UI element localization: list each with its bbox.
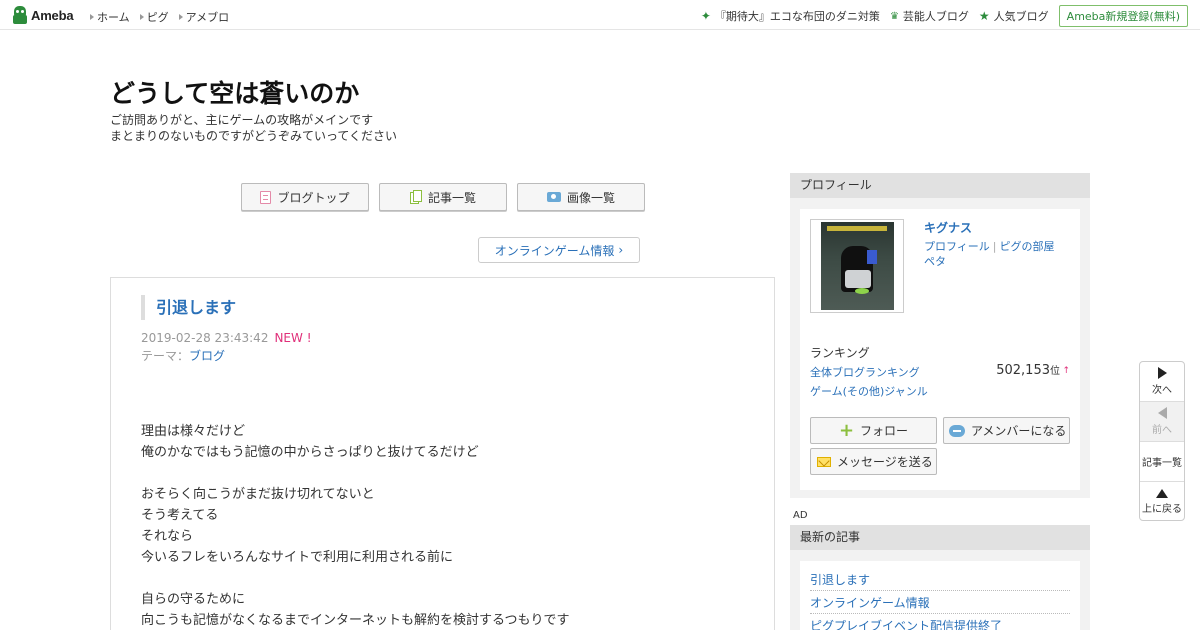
global-header: Ameba ホーム ピグ アメブロ ✦ 『期待大』エコな布団のダニ対策 ♛ 芸能人ブ…	[0, 0, 1200, 30]
triangle-right-icon	[178, 14, 183, 20]
play-left-icon	[1157, 407, 1167, 419]
overall-ranking-link[interactable]: 全体ブログランキング	[810, 364, 920, 380]
send-message-button[interactable]: メッセージを送る	[810, 448, 937, 475]
nav-ameblo[interactable]: アメブロ	[178, 9, 229, 25]
latest-heading: 最新の記事	[790, 525, 1090, 550]
genre-ranking-link[interactable]: ゲーム(その他)ジャンル	[810, 383, 928, 399]
camera-icon	[546, 192, 561, 202]
latest-item[interactable]: オンラインゲーム情報	[810, 594, 1070, 614]
entry-title[interactable]: 引退します	[141, 295, 236, 320]
ameba-logo[interactable]: Ameba	[12, 6, 74, 24]
prev-entry-button[interactable]: 前へ	[1140, 402, 1184, 442]
back-to-top-button[interactable]: 上に戻る	[1140, 482, 1184, 522]
theme-link-button[interactable]: オンラインゲーム情報 ›	[478, 237, 640, 263]
next-entry-button[interactable]: 次へ	[1140, 362, 1184, 402]
signup-button[interactable]: Ameba新規登録(無料)	[1058, 5, 1188, 27]
peta-link[interactable]: ペタ	[924, 255, 946, 268]
follow-button[interactable]: + フォロー	[810, 417, 937, 444]
entry-theme-link[interactable]: ブログ	[189, 349, 225, 363]
entry-paragraph: 理由は様々だけど 俺のかなではもう記憶の中からさっぱりと抜けてるだけど	[141, 424, 479, 460]
global-nav: ホーム ピグ アメブロ	[90, 9, 229, 25]
pig-room-link[interactable]: ピグの部屋	[1000, 240, 1055, 253]
blog-description: ご訪問ありがと、主にゲームの攻略がメインです まとまりのないものですがどうぞみて…	[110, 113, 398, 143]
latest-entries-widget: 最新の記事 引退します オンラインゲーム情報 ピグプレイブイベント配信提供終了	[790, 525, 1090, 630]
nav-home[interactable]: ホーム	[90, 9, 130, 25]
entry-paragraph: おそらく向こうがまだ抜け切れてないと そう考えてる それなら 今いるフレをいろん…	[141, 487, 454, 565]
ranking-label: ランキング	[810, 346, 870, 360]
avatar[interactable]	[810, 219, 904, 313]
promo-link[interactable]: ✦ 『期待大』エコな布団のダニ対策	[701, 8, 880, 24]
entry-paragraph: 自らの守るために 向こうも記憶がなくなるまでインターネットも解約を検討するつもり…	[141, 592, 570, 628]
ameba-logo-icon	[12, 6, 28, 24]
celebrity-blog-link[interactable]: ♛ 芸能人ブログ	[890, 8, 969, 24]
arrow-up-icon	[1156, 489, 1168, 498]
entry-theme: テーマ：ブログ	[141, 349, 226, 363]
nav-pig[interactable]: ピグ	[139, 9, 169, 25]
entry-list-pager-button[interactable]: 記事一覧	[1140, 442, 1184, 482]
star-icon: ★	[978, 9, 990, 23]
chevron-right-icon: ›	[618, 243, 624, 257]
latest-item[interactable]: 引退します	[810, 571, 1070, 591]
profile-heading: プロフィール	[790, 173, 1090, 198]
entry-article: 引退します 2019-02-28 23:43:42 NEW ! テーマ：ブログ 理…	[110, 277, 775, 630]
envelope-icon	[817, 456, 831, 467]
triangle-right-icon	[90, 14, 94, 20]
rank-up-arrow-icon: ↑	[1062, 366, 1070, 376]
ad-label: AD	[793, 510, 808, 521]
avatar-image	[821, 222, 894, 310]
entry-list-button[interactable]: 記事一覧	[379, 183, 507, 211]
blog-nav-buttons: ブログトップ 記事一覧 画像一覧	[241, 183, 645, 211]
chat-bubble-icon	[949, 424, 965, 437]
blog-title[interactable]: どうして空は蒼いのか	[110, 74, 359, 110]
latest-item[interactable]: ピグプレイブイベント配信提供終了	[810, 617, 1070, 630]
plus-icon: +	[838, 419, 855, 441]
latest-list: 引退します オンラインゲーム情報 ピグプレイブイベント配信提供終了	[800, 561, 1080, 630]
profile-widget: プロフィール キグナス プロフィール | ピグの部屋 ペタ ランキング 全体ブログラ…	[790, 173, 1090, 498]
popular-blog-link[interactable]: ★ 人気ブログ	[979, 8, 1049, 24]
profile-name[interactable]: キグナス	[924, 219, 972, 236]
profile-content: キグナス プロフィール | ピグの部屋 ペタ ランキング 全体ブログランキング ゲー…	[800, 209, 1080, 490]
rank-value: 502,153位	[996, 363, 1060, 378]
entry-date: 2019-02-28 23:43:42 NEW !	[141, 331, 312, 345]
header-right-links: ✦ 『期待大』エコな布団のダニ対策 ♛ 芸能人ブログ ★ 人気ブログ Ameba新規登…	[701, 5, 1188, 27]
crown-icon: ♛	[889, 10, 899, 22]
entry-body: 理由は様々だけど 俺のかなではもう記憶の中からさっぱりと抜けてるだけど おそらく…	[141, 421, 569, 630]
logo-text: Ameba	[31, 7, 74, 23]
profile-link[interactable]: プロフィール	[924, 240, 990, 253]
play-right-icon	[1157, 367, 1167, 379]
amember-button[interactable]: アメンバーになる	[943, 417, 1070, 444]
triangle-right-icon	[139, 14, 144, 20]
blog-top-button[interactable]: ブログトップ	[241, 183, 369, 211]
image-list-button[interactable]: 画像一覧	[517, 183, 645, 211]
new-badge: NEW !	[274, 331, 312, 345]
document-icon	[260, 190, 272, 204]
profile-links: プロフィール | ピグの部屋 ペタ	[924, 240, 1055, 268]
sparkle-icon: ✦	[700, 9, 711, 23]
documents-icon	[409, 190, 422, 204]
floating-pager: 次へ 前へ 記事一覧 上に戻る	[1139, 361, 1185, 521]
